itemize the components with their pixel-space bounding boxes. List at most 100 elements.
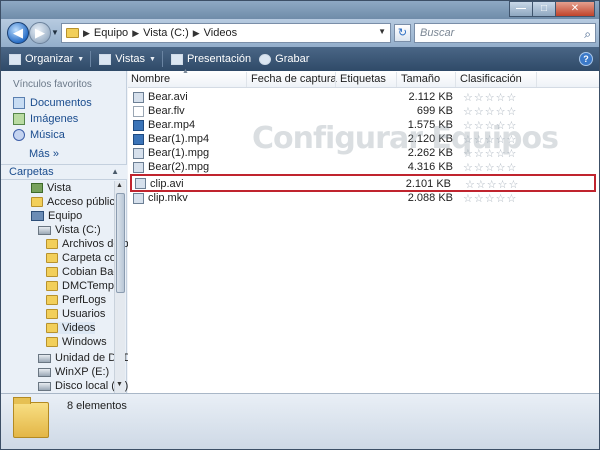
file-name: Bear.avi xyxy=(148,91,188,103)
file-name: Bear(1).mp4 xyxy=(148,133,210,145)
drive-icon xyxy=(38,381,51,391)
music-icon xyxy=(13,129,25,141)
breadcrumb-equipo[interactable]: Equipo xyxy=(94,27,128,39)
maximize-button[interactable]: □ xyxy=(532,1,556,17)
help-icon[interactable]: ? xyxy=(579,52,593,66)
tree-item-cobian[interactable]: Cobian Back xyxy=(46,266,124,278)
slideshow-label: Presentación xyxy=(186,53,252,65)
tree-item-drive-e[interactable]: WinXP (E:) xyxy=(38,366,109,378)
desktop-icon xyxy=(31,183,43,193)
views-icon xyxy=(99,53,112,65)
file-row[interactable]: Bear.mp4 1.575 KB ☆☆☆☆☆ xyxy=(130,118,596,133)
column-divider[interactable] xyxy=(536,72,537,87)
video-file-icon xyxy=(133,162,144,173)
column-divider[interactable] xyxy=(455,72,456,87)
favorite-label: Música xyxy=(30,129,65,141)
tree-item-public[interactable]: Acceso público xyxy=(31,196,121,208)
column-date[interactable]: Fecha de captura xyxy=(251,73,337,85)
column-name[interactable]: Nombre xyxy=(131,73,170,85)
column-headers: Nombre ▲ Fecha de captura Etiquetas Tama… xyxy=(128,68,599,88)
file-size: 699 KB xyxy=(416,105,453,117)
address-bar[interactable]: ▶ Equipo ▶ Vista (C:) ▶ Videos ▼ xyxy=(61,23,391,43)
command-bar: Organizar ▼ Vistas ▼ Presentación Grabar… xyxy=(1,47,599,71)
item-count: 8 elementos xyxy=(67,400,127,412)
favorite-documents[interactable]: Documentos xyxy=(13,97,92,109)
breadcrumb-separator-icon[interactable]: ▶ xyxy=(193,28,200,39)
tree-item-videos[interactable]: Videos xyxy=(46,322,96,334)
favorite-music[interactable]: Música xyxy=(13,129,65,141)
caption-buttons: — □ ✕ xyxy=(509,1,595,17)
views-button[interactable]: Vistas ▼ xyxy=(99,53,156,65)
tree-item-computer[interactable]: Equipo xyxy=(31,210,82,222)
more-favorites-link[interactable]: Más » xyxy=(29,148,59,160)
rating-stars[interactable]: ☆☆☆☆☆ xyxy=(465,178,519,191)
search-placeholder: Buscar xyxy=(420,27,455,39)
file-row[interactable]: clip.mkv 2.088 KB ☆☆☆☆☆ xyxy=(130,191,596,206)
mp4-file-icon xyxy=(133,134,144,145)
folder-icon xyxy=(46,281,58,291)
favorite-label: Documentos xyxy=(30,97,92,109)
forward-button[interactable]: ▶ xyxy=(29,22,51,44)
burn-button[interactable]: Grabar xyxy=(259,53,309,65)
column-divider[interactable] xyxy=(246,72,247,87)
scrollbar-thumb[interactable] xyxy=(116,193,125,293)
tree-item-dmctemp[interactable]: DMCTemp xyxy=(46,280,114,292)
sort-ascending-icon: ▲ xyxy=(182,68,189,75)
close-button[interactable]: ✕ xyxy=(555,1,595,17)
tree-label: Vista xyxy=(47,182,72,194)
rating-stars[interactable]: ☆☆☆☆☆ xyxy=(463,133,517,146)
dvd-drive-icon xyxy=(38,353,51,363)
file-row-highlighted[interactable]: clip.avi 2.101 KB ☆☆☆☆☆ xyxy=(130,174,596,192)
rating-stars[interactable]: ☆☆☆☆☆ xyxy=(463,192,517,205)
tree-item-drive-c[interactable]: Vista (C:) xyxy=(38,224,101,236)
breadcrumb-separator-icon[interactable]: ▶ xyxy=(83,28,90,39)
folders-header[interactable]: Carpetas ▲ xyxy=(1,164,127,180)
tree-label: Windows xyxy=(62,336,107,348)
tree-scrollbar[interactable]: ▲ ▼ xyxy=(114,181,125,393)
scroll-up-icon[interactable]: ▲ xyxy=(116,182,123,189)
search-icon[interactable]: ⌕ xyxy=(584,25,591,43)
breadcrumb-videos[interactable]: Videos xyxy=(204,27,237,39)
organize-button[interactable]: Organizar ▼ xyxy=(9,53,84,65)
column-rating[interactable]: Clasificación xyxy=(460,73,522,85)
rating-stars[interactable]: ☆☆☆☆☆ xyxy=(463,105,517,118)
tree-label: Vista (C:) xyxy=(55,224,101,236)
tree-item-users[interactable]: Usuarios xyxy=(46,308,105,320)
double-chevron-icon: » xyxy=(52,148,59,160)
back-button[interactable]: ◀ xyxy=(7,22,29,44)
scroll-down-icon[interactable]: ▼ xyxy=(116,381,123,388)
favorite-pictures[interactable]: Imágenes xyxy=(13,113,78,125)
refresh-button[interactable]: ↻ xyxy=(394,24,411,42)
column-divider[interactable] xyxy=(335,72,336,87)
address-dropdown-icon[interactable]: ▼ xyxy=(378,27,386,36)
column-size[interactable]: Tamaño xyxy=(401,73,440,85)
navigation-pane: Vínculos favoritos Documentos Imágenes M… xyxy=(1,71,131,393)
forward-arrow-icon: ▶ xyxy=(35,25,45,40)
column-tags[interactable]: Etiquetas xyxy=(340,73,386,85)
history-dropdown-icon[interactable]: ▼ xyxy=(51,28,59,37)
tree-label: PerfLogs xyxy=(62,294,107,306)
rating-stars[interactable]: ☆☆☆☆☆ xyxy=(463,161,517,174)
rating-stars[interactable]: ☆☆☆☆☆ xyxy=(463,119,517,132)
pictures-icon xyxy=(13,113,25,125)
tree-item-windows[interactable]: Windows xyxy=(46,336,107,348)
file-row[interactable]: Bear.avi 2.112 KB ☆☆☆☆☆ xyxy=(130,90,596,105)
file-row[interactable]: Bear.flv 699 KB ☆☆☆☆☆ xyxy=(130,104,596,119)
file-row[interactable]: Bear(2).mpg 4.316 KB ☆☆☆☆☆ xyxy=(130,160,596,175)
folder-icon xyxy=(66,28,79,38)
rating-stars[interactable]: ☆☆☆☆☆ xyxy=(463,91,517,104)
file-name: Bear(2).mpg xyxy=(148,161,210,173)
rating-stars[interactable]: ☆☆☆☆☆ xyxy=(463,147,517,160)
slideshow-button[interactable]: Presentación xyxy=(170,53,252,65)
video-file-icon xyxy=(133,92,144,103)
breadcrumb-separator-icon[interactable]: ▶ xyxy=(132,28,139,39)
chevron-down-icon: ▼ xyxy=(77,55,85,63)
search-input[interactable]: Buscar ⌕ xyxy=(414,23,596,43)
tree-item-vista[interactable]: Vista xyxy=(31,182,71,194)
minimize-button[interactable]: — xyxy=(509,1,533,17)
tree-item-perflogs[interactable]: PerfLogs xyxy=(46,294,106,306)
breadcrumb-vista-c[interactable]: Vista (C:) xyxy=(143,27,189,39)
file-row[interactable]: Bear(1).mp4 2.120 KB ☆☆☆☆☆ xyxy=(130,132,596,147)
file-row[interactable]: Bear(1).mpg 2.262 KB ☆☆☆☆☆ xyxy=(130,146,596,161)
column-divider[interactable] xyxy=(396,72,397,87)
